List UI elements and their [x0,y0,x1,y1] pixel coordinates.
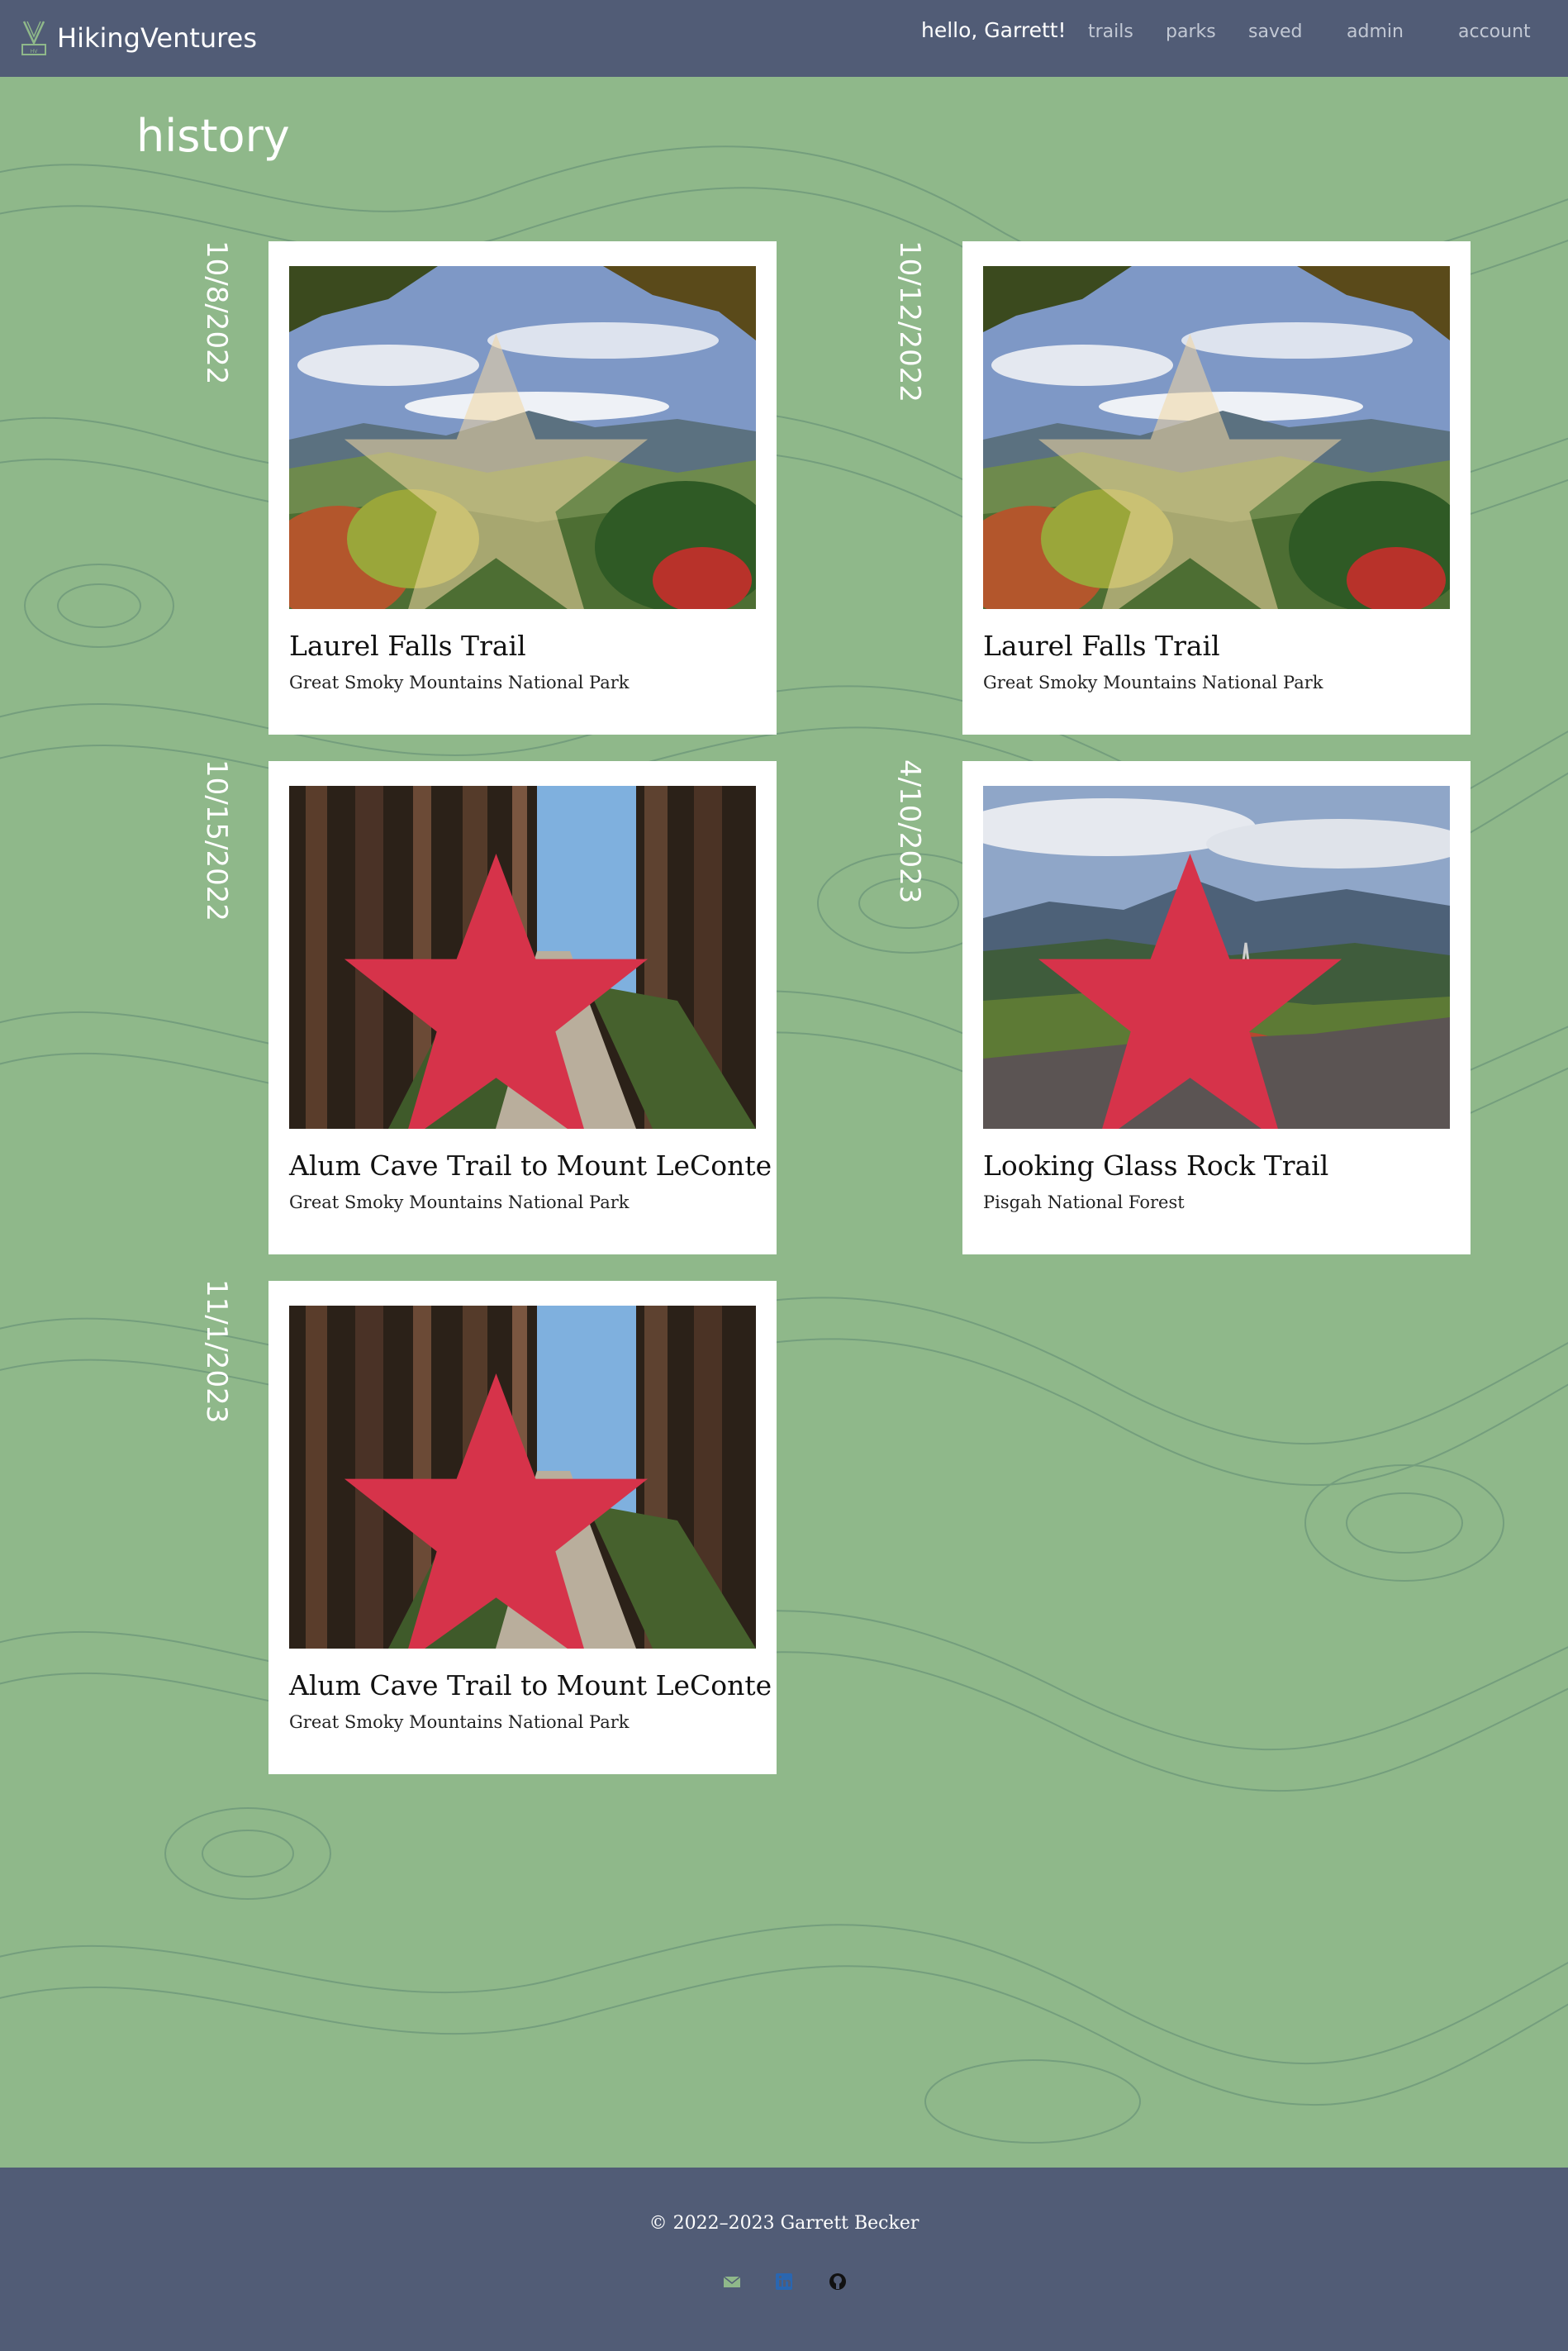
trail-name[interactable]: Laurel Falls Trail [983,630,1220,662]
favorite-star-icon[interactable] [289,314,729,609]
trail-name[interactable]: Alum Cave Trail to Mount LeConte [289,1149,772,1182]
favorite-star-icon[interactable] [983,834,1423,1129]
trail-photo [289,266,756,609]
nav-trails[interactable]: trails [1088,21,1133,42]
visit-date: 10/15/2022 [200,759,233,921]
nav-saved[interactable]: saved [1248,21,1302,42]
hike-card[interactable]: Alum Cave Trail to Mount LeConte Great S… [268,761,777,1254]
visit-date: 11/1/2023 [200,1279,233,1424]
brand-name: HikingVentures [57,22,257,54]
history-page: history 10/8/2022 10/12/2022 10/15/2022 … [0,77,1568,2168]
park-name: Pisgah National Forest [983,1192,1185,1212]
favorite-star-icon[interactable] [289,1354,729,1649]
trail-name[interactable]: Looking Glass Rock Trail [983,1149,1328,1182]
trail-photo [983,786,1450,1129]
hike-card[interactable]: Looking Glass Rock Trail Pisgah National… [962,761,1471,1254]
park-name: Great Smoky Mountains National Park [289,1712,630,1732]
user-greeting: hello, Garrett! [921,18,1067,42]
copyright-text: © 2022–2023 Garrett Becker [649,2213,919,2234]
footer: © 2022–2023 Garrett Becker [0,2168,1568,2351]
hiker-logo-icon: HV [21,21,46,55]
page-title: history [136,110,290,162]
trail-name[interactable]: Laurel Falls Trail [289,630,526,662]
linkedin-icon[interactable] [773,2271,795,2292]
nav-account[interactable]: account [1458,21,1531,42]
nav-admin[interactable]: admin [1347,21,1404,42]
park-name: Great Smoky Mountains National Park [289,1192,630,1212]
svg-text:HV: HV [31,49,39,55]
hike-card[interactable]: Alum Cave Trail to Mount LeConte Great S… [268,1281,777,1774]
trail-name[interactable]: Alum Cave Trail to Mount LeConte [289,1669,772,1701]
visit-date: 10/8/2022 [200,240,233,385]
trail-photo [983,266,1450,609]
trail-photo [289,1306,756,1649]
hike-card[interactable]: Laurel Falls Trail Great Smoky Mountains… [268,241,777,735]
visit-date: 4/10/2023 [893,759,926,904]
github-icon[interactable] [827,2271,848,2292]
visit-date: 10/12/2022 [893,240,926,402]
nav-parks[interactable]: parks [1166,21,1216,42]
hike-card[interactable]: Laurel Falls Trail Great Smoky Mountains… [962,241,1471,735]
email-icon[interactable] [721,2271,743,2292]
favorite-star-icon[interactable] [289,834,729,1129]
park-name: Great Smoky Mountains National Park [983,673,1323,692]
favorite-star-icon[interactable] [983,314,1423,609]
navbar: HV HikingVentures hello, Garrett! trails… [0,0,1568,77]
park-name: Great Smoky Mountains National Park [289,673,630,692]
brand-link[interactable]: HV HikingVentures [21,15,257,61]
trail-photo [289,786,756,1129]
